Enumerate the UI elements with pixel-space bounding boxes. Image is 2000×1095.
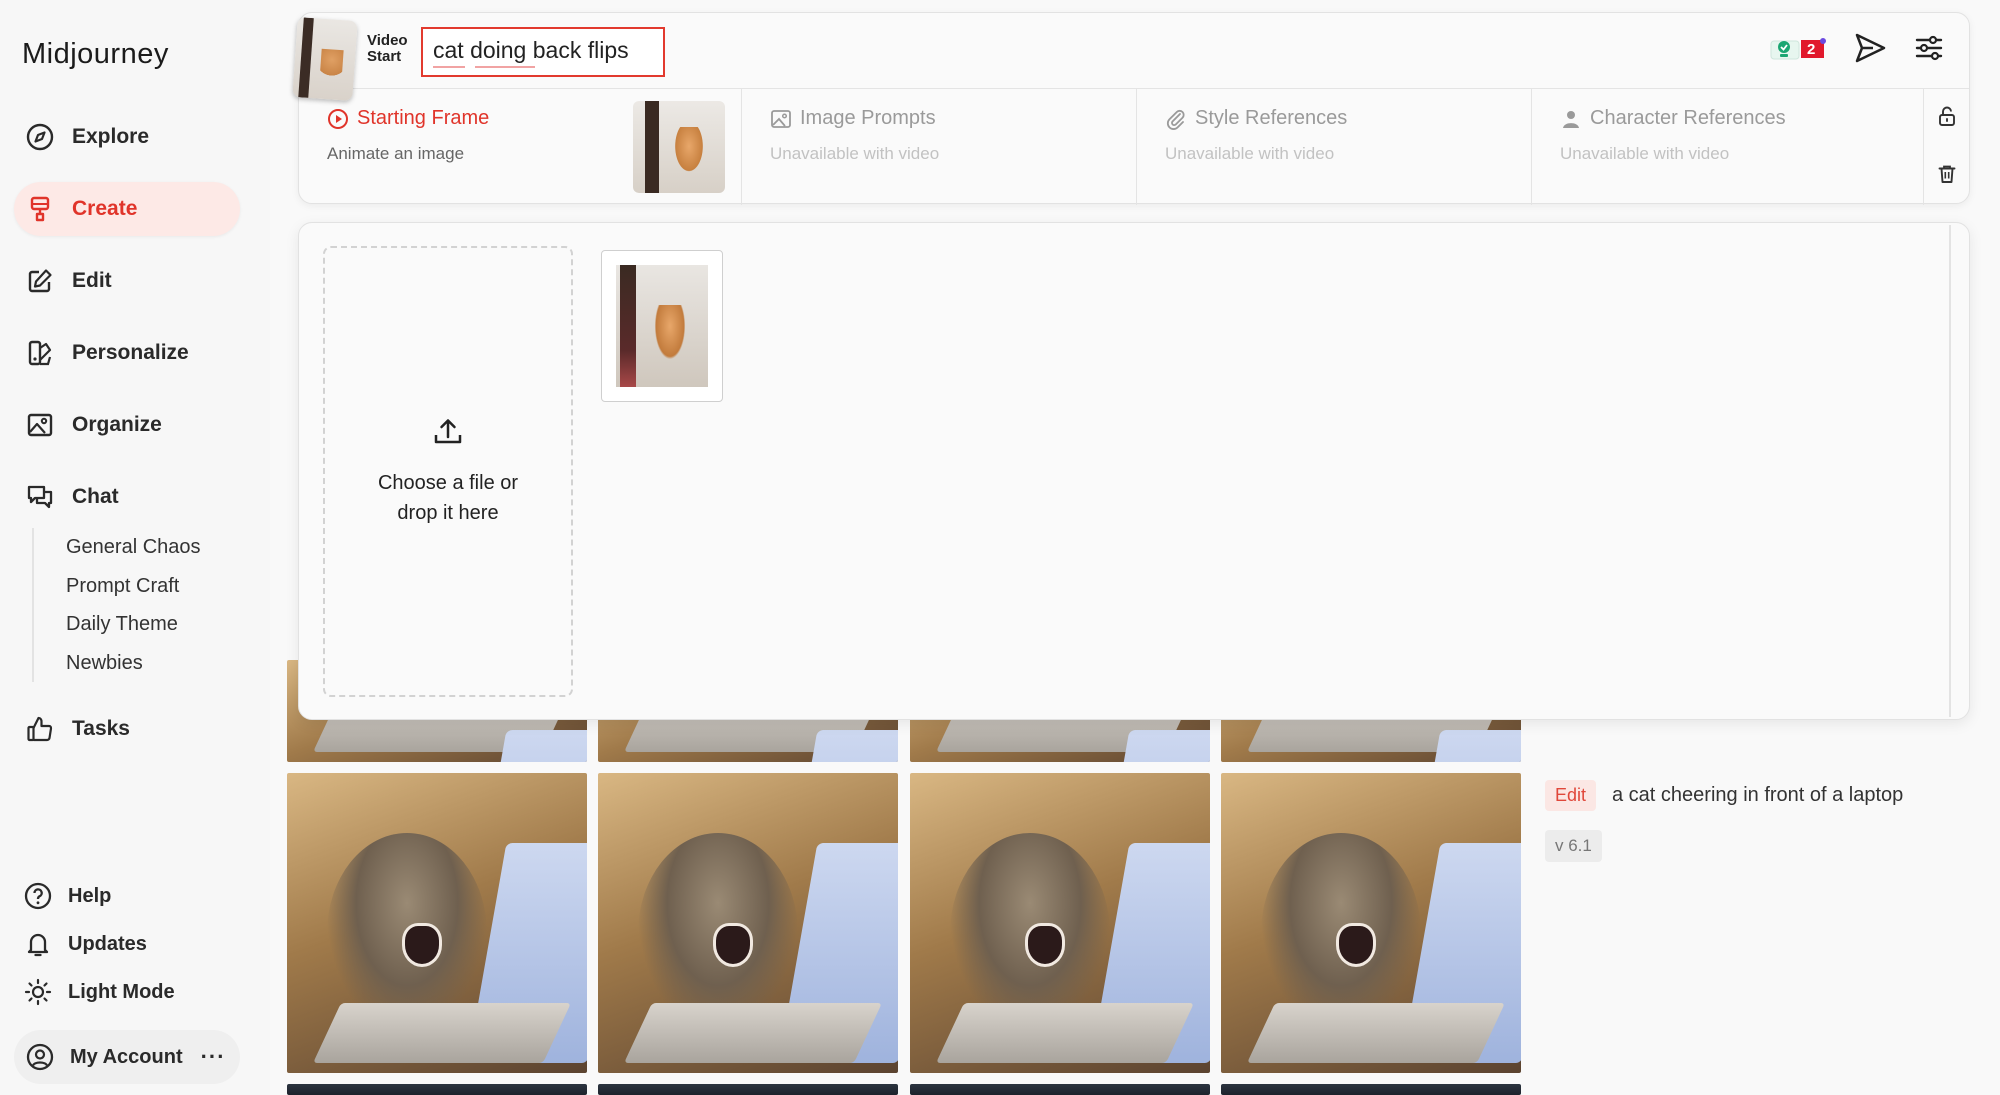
image-prompts-subtitle: Unavailable with video: [770, 144, 940, 163]
tab-starting-frame[interactable]: Starting Frame Animate an image: [299, 89, 742, 205]
sidebar-item-label: Light Mode: [68, 980, 175, 1003]
thumbs-up-icon: [24, 713, 56, 745]
play-circle-icon: [327, 108, 349, 130]
sidebar-item-light-mode[interactable]: Light Mode: [22, 972, 175, 1012]
prompt-row: Video Start cat doing back flips 2: [292, 13, 1969, 101]
sidebar-item-organize[interactable]: Organize: [14, 398, 240, 452]
app-logo[interactable]: Midjourney: [22, 38, 169, 71]
spellcheck-underline: [433, 66, 465, 68]
sidebar-item-explore[interactable]: Explore: [14, 110, 240, 164]
sidebar-item-help[interactable]: Help: [22, 876, 111, 916]
image-caption[interactable]: a cat cheering in front of a laptop: [1612, 780, 1903, 810]
send-icon[interactable]: [1853, 31, 1887, 70]
sidebar-item-create[interactable]: Create: [14, 182, 240, 236]
character-references-title: Character References: [1590, 107, 1786, 129]
person-icon: [1560, 108, 1582, 130]
prompt-panel: Video Start cat doing back flips 2 Start…: [292, 12, 1970, 205]
sidebar-item-label: Explore: [72, 125, 150, 148]
version-badge: v 6.1: [1545, 830, 1602, 862]
starting-frame-image[interactable]: [633, 101, 725, 193]
sidebar-item-label: Updates: [68, 932, 147, 955]
character-references-subtitle: Unavailable with video: [1560, 144, 1730, 163]
reference-actions: [1923, 89, 1969, 205]
chat-channel-daily-theme[interactable]: Daily Theme: [66, 605, 201, 644]
upload-panel: Choose a file or drop it here: [298, 222, 1970, 720]
gallery-image[interactable]: [910, 773, 1210, 1073]
gallery-image[interactable]: [287, 1084, 587, 1095]
chat-channel-prompt-craft[interactable]: Prompt Craft: [66, 567, 201, 606]
help-icon: [22, 880, 54, 912]
sidebar-item-label: Tasks: [72, 717, 130, 740]
starting-frame-title: Starting Frame: [357, 107, 490, 129]
uploaded-image: [616, 265, 708, 387]
gallery-image[interactable]: [1221, 773, 1521, 1073]
bell-icon: [22, 928, 54, 960]
sidebar-item-label: Organize: [72, 413, 162, 436]
image-prompts-title: Image Prompts: [800, 107, 936, 129]
reference-row: Starting Frame Animate an image Image Pr…: [299, 89, 1969, 205]
chat-channel-list: General Chaos Prompt Craft Daily Theme N…: [32, 528, 201, 682]
my-account-label: My Account: [70, 1045, 183, 1068]
personalize-icon: [24, 337, 56, 369]
gallery-image[interactable]: [910, 1084, 1210, 1095]
sidebar-item-edit[interactable]: Edit: [14, 254, 240, 308]
tab-style-references: Style References Unavailable with video: [1137, 89, 1532, 205]
image-gallery-icon: [24, 409, 56, 441]
edit-button[interactable]: Edit: [1545, 780, 1597, 811]
compass-icon: [24, 121, 56, 153]
prompt-actions: 2: [1767, 31, 1945, 70]
prompt-input[interactable]: cat doing back flips: [421, 27, 665, 77]
gallery-image[interactable]: [598, 1084, 898, 1095]
badge-count: 2: [1807, 40, 1816, 58]
unlock-icon[interactable]: [1936, 105, 1958, 132]
gallery-image[interactable]: [598, 773, 898, 1073]
image-icon: [770, 108, 792, 130]
sidebar-item-label: Edit: [72, 269, 112, 292]
sidebar-item-label: Create: [72, 197, 138, 220]
sidebar-item-chat[interactable]: Chat: [14, 470, 240, 524]
video-start-label: Video Start: [367, 32, 408, 65]
paintbrush-icon: [24, 193, 56, 225]
uploaded-image-card[interactable]: [601, 250, 723, 402]
tab-character-references: Character References Unavailable with vi…: [1532, 89, 1925, 205]
sidebar-item-personalize[interactable]: Personalize: [14, 326, 240, 380]
spellcheck-underline: [475, 66, 535, 68]
sidebar-item-label: Help: [68, 884, 112, 907]
style-references-title: Style References: [1195, 107, 1348, 129]
gallery-image[interactable]: [287, 773, 587, 1073]
settings-sliders-icon[interactable]: [1913, 32, 1945, 69]
sidebar: Midjourney Explore Create Edit Personali…: [0, 0, 270, 1095]
chat-channel-general-chaos[interactable]: General Chaos: [66, 528, 201, 567]
style-references-subtitle: Unavailable with video: [1165, 144, 1335, 163]
paperclip-icon: [1165, 108, 1187, 130]
chat-channel-newbies[interactable]: Newbies: [66, 644, 201, 683]
sidebar-item-label: Chat: [72, 485, 119, 508]
user-circle-icon: [24, 1041, 56, 1073]
file-dropzone[interactable]: Choose a file or drop it here: [323, 246, 573, 697]
sidebar-item-tasks[interactable]: Tasks: [14, 702, 240, 756]
tab-image-prompts: Image Prompts Unavailable with video: [742, 89, 1137, 205]
prompt-text: cat doing back flips: [433, 37, 629, 63]
chat-bubbles-icon: [24, 481, 56, 513]
scrollbar[interactable]: [1949, 225, 1951, 717]
my-account-button[interactable]: My Account ···: [14, 1030, 240, 1084]
trash-icon[interactable]: [1936, 163, 1958, 190]
upload-icon: [431, 415, 465, 454]
suggestions-badge[interactable]: 2: [1767, 36, 1827, 66]
dropzone-text: Choose a file or drop it here: [377, 472, 519, 524]
sidebar-item-updates[interactable]: Updates: [22, 924, 147, 964]
sidebar-item-label: Personalize: [72, 341, 189, 364]
sun-icon: [22, 976, 54, 1008]
more-options-icon[interactable]: ···: [201, 1044, 226, 1070]
edit-icon: [24, 265, 56, 297]
gallery-image[interactable]: [1221, 1084, 1521, 1095]
